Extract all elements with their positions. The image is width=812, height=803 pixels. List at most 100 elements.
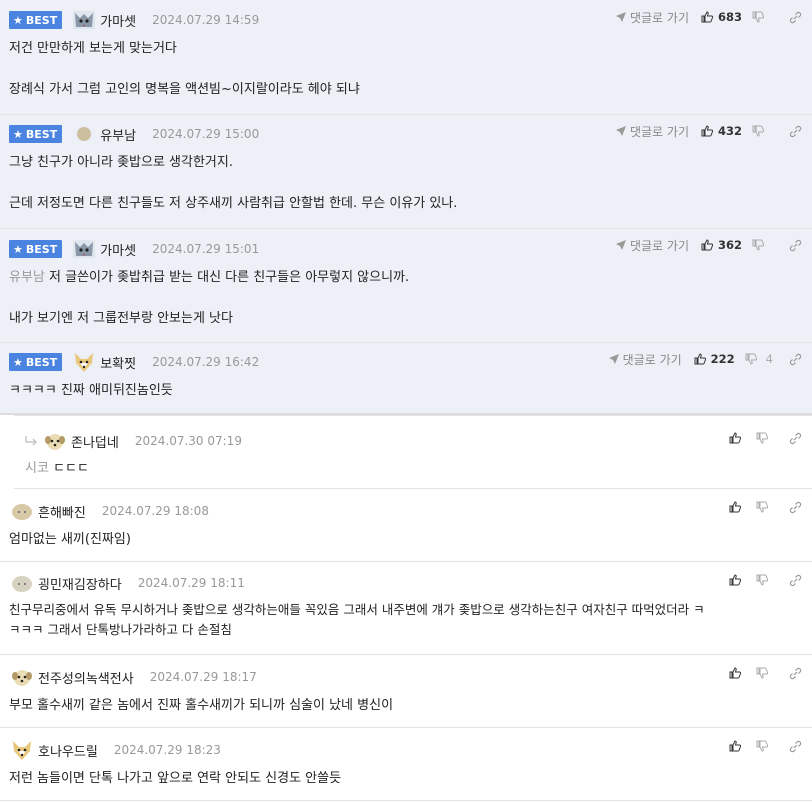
- thumbs-up-icon: [729, 740, 741, 752]
- timestamp: 2024.07.29 18:08: [101, 504, 209, 518]
- blob-icon: [9, 572, 35, 594]
- nickname[interactable]: 호나우드릴: [38, 741, 98, 760]
- husky-icon: [71, 9, 97, 31]
- nickname[interactable]: 전주성의녹색전사: [38, 668, 134, 687]
- like-count: 362: [717, 238, 742, 252]
- like-button[interactable]: [729, 501, 746, 513]
- like-button[interactable]: 222: [694, 352, 735, 366]
- dislike-button[interactable]: [756, 740, 773, 752]
- nickname[interactable]: 가마셋: [100, 240, 136, 259]
- star-icon: ★: [13, 355, 23, 369]
- comment-item: 호나우드릴 2024.07.29 18:23 저런 놈들이면 단톡 나가고 앞으…: [0, 728, 812, 801]
- best-badge: ★ BEST: [9, 353, 63, 371]
- like-count: 432: [717, 124, 742, 138]
- timestamp: 2024.07.29 18:23: [113, 743, 221, 757]
- link-button[interactable]: [789, 740, 802, 753]
- comment-item: ★ BEST 가마셋 2024.07.29 14:59 댓글로 가기 683 저건…: [0, 0, 812, 115]
- timestamp: 2024.07.29 15:01: [152, 242, 260, 256]
- dislike-button[interactable]: [756, 667, 773, 679]
- goto-reply-link[interactable]: 댓글로 가기: [615, 237, 689, 254]
- link-icon: [789, 574, 802, 586]
- dislike-button[interactable]: [756, 432, 773, 444]
- star-icon: ★: [13, 13, 23, 27]
- reply-arrow-icon: [24, 435, 40, 447]
- nickname[interactable]: 유부남: [100, 125, 136, 144]
- dislike-button[interactable]: [752, 239, 773, 251]
- best-badge: ★ BEST: [9, 125, 63, 143]
- comment-item: ★ BEST 유부남 2024.07.29 15:00 댓글로 가기 432 그냥…: [0, 115, 812, 229]
- link-button[interactable]: [789, 667, 802, 680]
- comment-text: 유부남 저 글쓴이가 좆밥취급 받는 대신 다른 친구들은 아무렇지 않으니까.: [9, 270, 410, 285]
- best-badge: ★ BEST: [9, 11, 63, 29]
- mention[interactable]: 유부남: [9, 270, 45, 285]
- thumbs-down-icon: [745, 353, 757, 365]
- dislike-button[interactable]: [752, 11, 773, 23]
- link-button[interactable]: [789, 125, 802, 138]
- comment-text: 근데 저정도면 다른 친구들도 저 상주새끼 사람취급 안할법 한데. 무슨 이…: [9, 196, 458, 211]
- send-icon: [608, 354, 619, 364]
- thumbs-up-icon: [694, 353, 706, 365]
- dot-icon: [71, 123, 97, 145]
- timestamp: 2024.07.29 18:17: [149, 670, 257, 684]
- fox-icon: [71, 351, 97, 373]
- link-icon: [789, 125, 802, 137]
- comment-text: 내가 보기엔 저 그룹전부랑 안보는게 낫다: [9, 311, 233, 326]
- comment-text: 시코 ㄷㄷㄷ: [25, 461, 89, 476]
- link-icon: [789, 667, 802, 679]
- link-button[interactable]: [789, 432, 802, 445]
- like-button[interactable]: [729, 432, 746, 444]
- thumbs-down-icon: [756, 574, 768, 586]
- timestamp: 2024.07.30 07:19: [134, 434, 242, 448]
- like-button[interactable]: [729, 740, 746, 752]
- comment-text: 엄마없는 새끼(진짜임): [9, 532, 131, 547]
- nickname[interactable]: 보확찟: [100, 353, 136, 372]
- goto-reply-link[interactable]: 댓글로 가기: [615, 123, 689, 140]
- mention[interactable]: 시코: [25, 461, 49, 476]
- timestamp: 2024.07.29 16:42: [152, 355, 260, 369]
- thumbs-down-icon: [752, 125, 764, 137]
- star-icon: ★: [13, 242, 23, 256]
- comment-item: 굉민재김장하다 2024.07.29 18:11 친구무리중에서 유독 무시하거…: [0, 562, 812, 655]
- link-icon: [789, 501, 802, 513]
- link-icon: [789, 740, 802, 752]
- link-icon: [789, 432, 802, 444]
- nickname[interactable]: 가마셋: [100, 11, 136, 30]
- comment-item: ★ BEST 보확찟 2024.07.29 16:42 댓글로 가기 222 4 …: [0, 343, 812, 415]
- nickname[interactable]: 존나덥네: [71, 432, 119, 451]
- thumbs-down-icon: [756, 501, 768, 513]
- like-button[interactable]: 362: [701, 238, 742, 252]
- link-button[interactable]: [789, 501, 802, 514]
- fox-icon: [9, 739, 35, 761]
- comment-item: ★ BEST 가마셋 2024.07.29 15:01 댓글로 가기 362 유부…: [0, 229, 812, 343]
- comment-text: 저런 놈들이면 단톡 나가고 앞으로 연락 안되도 신경도 안쓸듯: [9, 771, 342, 786]
- dislike-button[interactable]: [752, 125, 773, 137]
- like-button[interactable]: [729, 667, 746, 679]
- star-icon: ★: [13, 127, 23, 141]
- reply-item: 존나덥네 2024.07.30 07:19 시코 ㄷㄷㄷ: [14, 415, 812, 489]
- comment-text: 부모 홀수새끼 같은 놈에서 진짜 홀수새끼가 되니까 심술이 났네 병신이: [9, 698, 394, 713]
- like-button[interactable]: 683: [701, 10, 742, 24]
- link-button[interactable]: [789, 11, 802, 24]
- timestamp: 2024.07.29 18:11: [137, 576, 245, 590]
- link-button[interactable]: [789, 574, 802, 587]
- send-icon: [615, 240, 626, 250]
- husky-icon: [71, 238, 97, 260]
- comment-text: ㅋㅋㅋㅋ 진짜 애미뒤진놈인듯: [9, 383, 173, 398]
- nickname[interactable]: 굉민재김장하다: [38, 574, 122, 593]
- like-button[interactable]: 432: [701, 124, 742, 138]
- goto-reply-link[interactable]: 댓글로 가기: [608, 351, 682, 368]
- like-button[interactable]: [729, 574, 746, 586]
- link-button[interactable]: [789, 239, 802, 252]
- goto-reply-link[interactable]: 댓글로 가기: [615, 9, 689, 26]
- comment-text: 장례식 가서 그럼 고인의 명복을 액션빔~이지랄이라도 헤야 되냐: [9, 82, 360, 97]
- blob-icon: [9, 500, 35, 522]
- dislike-button[interactable]: [756, 501, 773, 513]
- comment-item: 전주성의녹색전사 2024.07.29 18:17 부모 홀수새끼 같은 놈에서…: [0, 655, 812, 728]
- dislike-button[interactable]: [756, 574, 773, 586]
- thumbs-up-icon: [729, 574, 741, 586]
- nickname[interactable]: 흔해빠진: [38, 502, 86, 521]
- thumbs-down-icon: [752, 239, 764, 251]
- thumbs-down-icon: [752, 11, 764, 23]
- dislike-button[interactable]: 4: [745, 352, 773, 366]
- link-button[interactable]: [789, 353, 802, 366]
